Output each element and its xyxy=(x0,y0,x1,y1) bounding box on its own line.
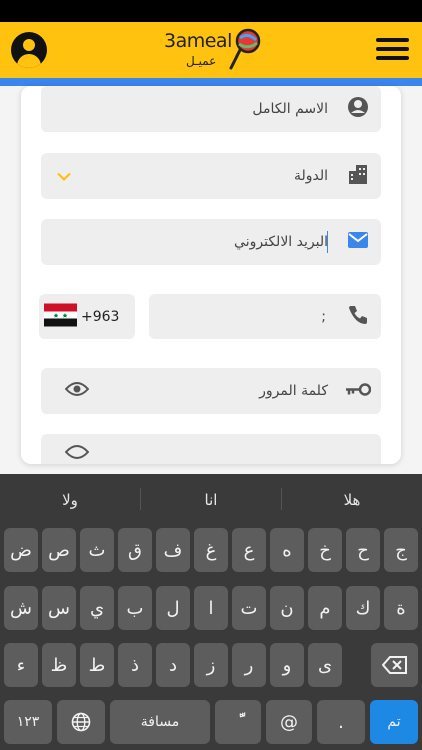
key[interactable]: ة xyxy=(384,586,418,630)
key[interactable]: غ xyxy=(194,528,228,572)
key[interactable]: ك xyxy=(346,586,380,630)
status-bar xyxy=(0,0,422,22)
mail-icon xyxy=(347,231,369,253)
full-name-placeholder: الاسم الكامل xyxy=(252,101,328,117)
at-key[interactable]: @ xyxy=(266,700,312,744)
password-placeholder: كلمة المرور xyxy=(259,383,328,399)
suggestion-1[interactable]: ولا xyxy=(0,474,140,526)
country-select[interactable]: الدولة xyxy=(41,153,381,199)
key[interactable]: خ xyxy=(308,528,342,572)
key[interactable]: ن xyxy=(270,586,304,630)
syria-flag-icon xyxy=(44,303,77,330)
key[interactable]: س xyxy=(42,586,76,630)
logo-subtitle: عميـل xyxy=(186,54,217,68)
key[interactable]: ف xyxy=(156,528,190,572)
full-name-field[interactable]: الاسم الكامل xyxy=(41,86,381,132)
country-code-value: +963 xyxy=(81,308,120,325)
on-screen-keyboard: ولا انا هلا ض ص ث ق ف غ ع ه خ ح ج ش س ي … xyxy=(0,474,422,750)
key[interactable]: ث xyxy=(80,528,114,572)
done-key[interactable]: تم xyxy=(370,700,418,744)
building-icon xyxy=(347,163,369,189)
key[interactable]: م xyxy=(308,586,342,630)
numbers-key[interactable]: ١٢٣ xyxy=(4,700,52,744)
key[interactable]: ا xyxy=(194,586,228,630)
key[interactable]: ى xyxy=(308,643,342,687)
tanween-key[interactable]: ًّ xyxy=(215,700,261,744)
email-field[interactable]: البريد الالكتروني xyxy=(41,219,381,265)
profile-button[interactable] xyxy=(11,32,47,68)
key[interactable]: ش xyxy=(4,586,38,630)
magnifier-lollipop-icon xyxy=(229,28,261,70)
phone-icon xyxy=(347,304,369,330)
app-logo: 3ameal عميـل xyxy=(164,28,264,72)
chevron-down-icon[interactable] xyxy=(56,167,72,186)
space-key[interactable]: مسافة xyxy=(110,700,210,744)
key[interactable]: ط xyxy=(80,643,114,687)
key[interactable]: ج xyxy=(384,528,418,572)
key[interactable]: ه xyxy=(270,528,304,572)
key[interactable]: ت xyxy=(232,586,266,630)
person-icon xyxy=(347,96,369,122)
password-field[interactable]: كلمة المرور xyxy=(41,368,381,414)
logo-text: 3ameal xyxy=(164,30,232,52)
confirm-password-field[interactable] xyxy=(41,434,381,464)
key[interactable]: ع xyxy=(232,528,266,572)
hamburger-icon xyxy=(376,38,409,42)
key[interactable]: د xyxy=(156,643,190,687)
eye-icon[interactable] xyxy=(64,444,90,464)
suggestion-3[interactable]: هلا xyxy=(282,474,422,526)
key[interactable]: ذ xyxy=(118,643,152,687)
language-key[interactable] xyxy=(57,700,105,744)
suggestion-2[interactable]: انا xyxy=(141,474,281,526)
phone-value: ; xyxy=(321,308,326,325)
backspace-key[interactable] xyxy=(371,643,418,687)
text-cursor xyxy=(327,231,328,253)
key[interactable]: و xyxy=(270,643,304,687)
registration-card: الاسم الكامل الدولة البريد الالكتروني +9… xyxy=(21,86,401,464)
country-code-select[interactable]: +963 xyxy=(39,294,135,339)
menu-button[interactable] xyxy=(376,38,409,62)
country-placeholder: الدولة xyxy=(293,168,328,184)
key[interactable]: ق xyxy=(118,528,152,572)
phone-field[interactable]: ; xyxy=(149,294,381,339)
eye-icon[interactable] xyxy=(64,381,90,401)
key[interactable]: ر xyxy=(232,643,266,687)
period-key[interactable]: . xyxy=(317,700,365,744)
key-icon xyxy=(345,382,372,401)
key[interactable]: ظ xyxy=(42,643,76,687)
key[interactable]: ص xyxy=(42,528,76,572)
avatar-icon xyxy=(23,39,35,51)
key[interactable]: ب xyxy=(118,586,152,630)
key[interactable]: ز xyxy=(194,643,228,687)
key[interactable]: ض xyxy=(4,528,38,572)
key[interactable]: ي xyxy=(80,586,114,630)
backspace-icon xyxy=(381,656,407,674)
key[interactable]: ء xyxy=(4,643,38,687)
key[interactable]: ل xyxy=(156,586,190,630)
key[interactable]: ح xyxy=(346,528,380,572)
email-placeholder: البريد الالكتروني xyxy=(234,234,328,250)
globe-icon xyxy=(71,712,91,732)
